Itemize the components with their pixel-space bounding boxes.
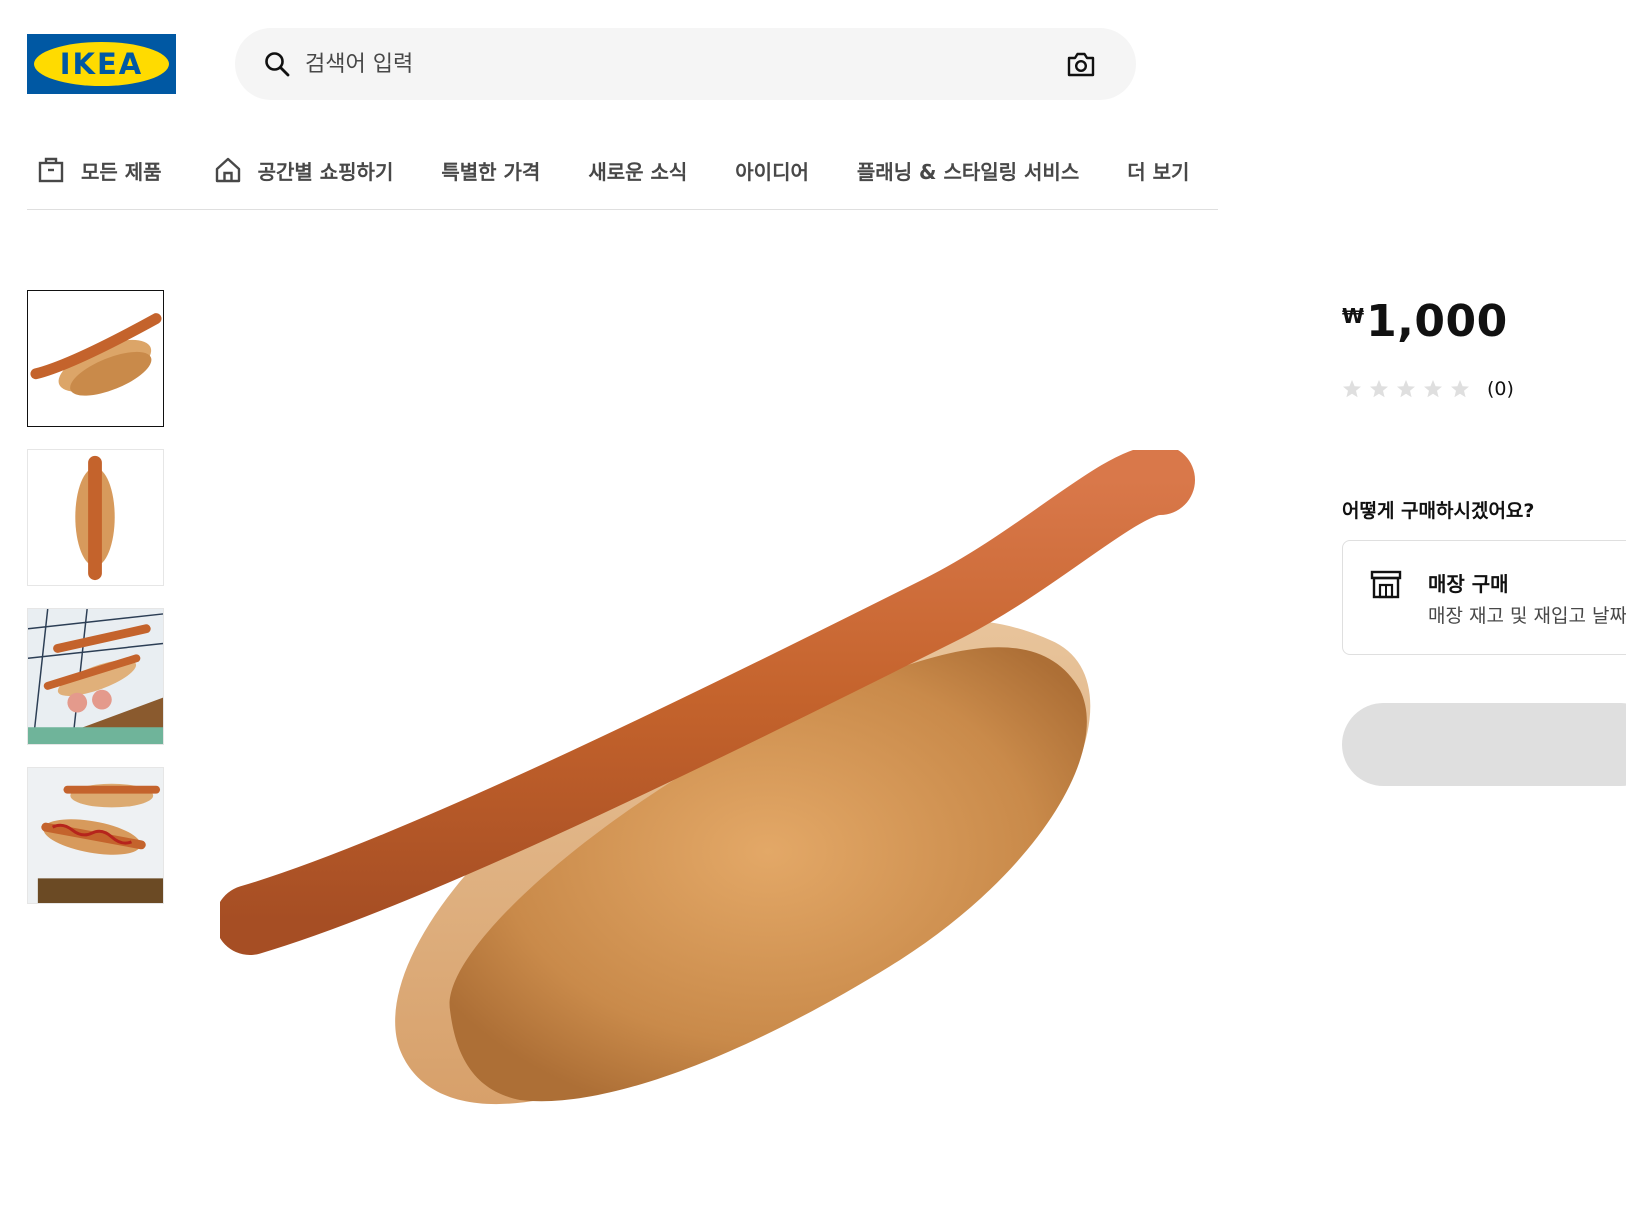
nav-item-more[interactable]: 더 보기 [1127, 150, 1189, 190]
price-currency: ₩ [1342, 304, 1365, 328]
nav-label: 플래닝 & 스타일링 서비스 [856, 159, 1080, 184]
nav-item-ideas[interactable]: 아이디어 [735, 150, 809, 190]
star-icon [1397, 380, 1415, 398]
nav-label: 공간별 쇼핑하기 [257, 159, 394, 184]
hotdogs-on-board-image [28, 609, 163, 744]
hotdog-angled-image [30, 313, 162, 396]
store-option-subtitle: 매장 재고 및 재입고 날짜 [1428, 605, 1626, 627]
thumbnail-hotdog-angled[interactable] [27, 290, 164, 427]
main-nav: 모든 제품 공간별 쇼핑하기 특별한 가격 새로운 소식 아이디어 플래닝 & … [27, 150, 1218, 210]
thumbnail-hotdogs-with-ketchup[interactable] [27, 767, 164, 904]
purchase-heading: 어떻게 구매하시겠어요? [1342, 500, 1535, 522]
star-icon [1370, 380, 1388, 398]
nav-item-all-products[interactable]: 모든 제품 [37, 150, 162, 190]
rating-count: (0) [1487, 378, 1514, 400]
nav-label: 아이디어 [735, 159, 809, 184]
storage-box-icon [38, 157, 64, 183]
logo-oval: IKEA [34, 42, 169, 86]
product-price: ₩ 1,000 [1342, 296, 1508, 347]
hotdog-top-view-image [75, 455, 115, 581]
price-value: 1,000 [1366, 296, 1508, 347]
product-rating[interactable]: (0) [1342, 378, 1514, 400]
add-to-cart-button[interactable] [1342, 703, 1626, 786]
home-icon [215, 157, 240, 183]
ikea-logo[interactable]: IKEA [27, 34, 176, 94]
main-product-image[interactable] [220, 450, 1240, 1150]
star-icon [1424, 380, 1442, 398]
nav-item-news[interactable]: 새로운 소식 [588, 150, 687, 190]
search-icon[interactable] [263, 50, 291, 78]
thumbnail-hotdogs-on-board[interactable] [27, 608, 164, 745]
nav-label: 모든 제품 [81, 159, 162, 184]
nav-label: 새로운 소식 [588, 159, 688, 184]
store-icon [1370, 570, 1402, 599]
thumbnail-hotdog-top-view[interactable] [27, 449, 164, 586]
star-icon [1451, 380, 1469, 398]
nav-label: 특별한 가격 [441, 159, 541, 184]
search-input[interactable] [305, 46, 1005, 82]
nav-item-special-price[interactable]: 특별한 가격 [441, 150, 540, 190]
nav-item-planning-services[interactable]: 플래닝 & 스타일링 서비스 [857, 150, 1079, 190]
search-bar[interactable] [235, 28, 1136, 100]
nav-item-shop-by-room[interactable]: 공간별 쇼핑하기 [214, 150, 394, 190]
store-purchase-option[interactable]: 매장 구매 매장 재고 및 재입고 날짜 [1342, 540, 1626, 655]
logo-text: IKEA [59, 47, 144, 81]
nav-label: 더 보기 [1127, 159, 1190, 184]
hotdogs-with-ketchup-image [28, 768, 163, 903]
star-icon [1343, 380, 1361, 398]
camera-icon[interactable] [1066, 50, 1096, 78]
store-option-title: 매장 구매 [1428, 572, 1509, 596]
